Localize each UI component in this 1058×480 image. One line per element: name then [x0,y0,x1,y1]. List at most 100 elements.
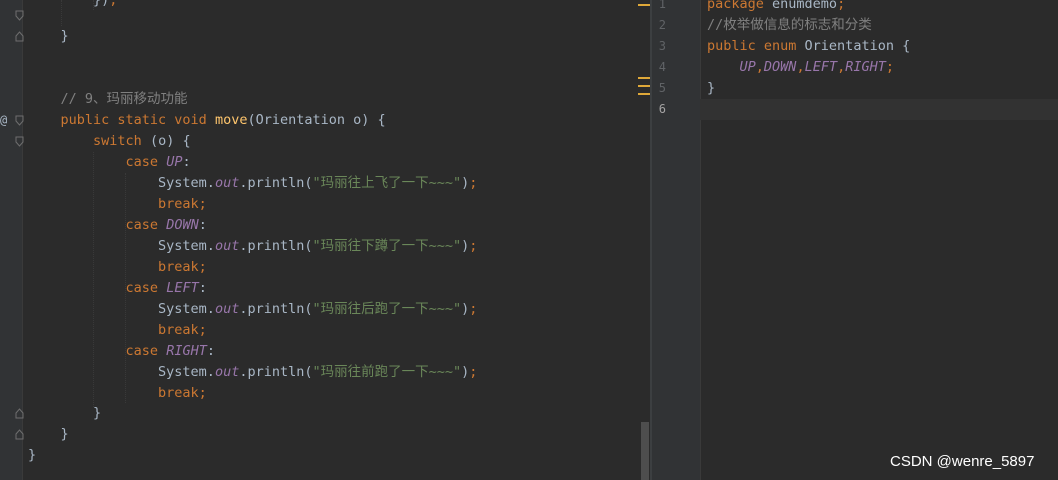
line-number: 2 [658,18,666,32]
code-line[interactable]: System.out.println("玛丽往下蹲了一下~~~"); [28,236,477,257]
ide-root: @ }); } // 9、玛丽移动功能 public static void m… [0,0,1058,480]
code-token: (o) { [141,133,191,149]
code-token: public enum [707,38,805,54]
code-token: out [214,364,240,380]
code-token: ; [469,364,478,380]
code-line[interactable]: System.out.println("玛丽往后跑了一下~~~"); [28,299,477,320]
code-line[interactable]: case UP: [28,152,191,173]
code-line[interactable]: } [28,26,69,47]
code-line[interactable]: switch (o) { [28,131,191,152]
implementation-marker-icon[interactable]: @ [0,113,7,127]
code-line[interactable]: case DOWN: [28,215,207,236]
code-line[interactable]: public enum Orientation { [707,36,910,57]
code-token: ; [469,301,478,317]
code-token: : [182,154,191,170]
code-token: : [206,343,215,359]
code-token: package [707,0,773,12]
code-token: System. [28,301,215,317]
line-number: 4 [658,60,666,74]
error-stripe-mark[interactable] [638,4,650,6]
code-line[interactable]: } [28,445,36,466]
code-line[interactable]: System.out.println("玛丽往前跑了一下~~~"); [28,362,477,383]
code-line[interactable]: System.out.println("玛丽往上飞了一下~~~"); [28,173,477,194]
code-token: ; [109,0,118,8]
error-stripe-mark[interactable] [638,93,650,95]
code-token: .println( [239,364,313,380]
code-token: .println( [239,175,313,191]
line-number: 3 [658,39,666,53]
line-number: 6 [658,102,666,116]
code-token: out [214,238,240,254]
code-line[interactable]: break; [28,257,207,278]
code-token: System. [28,175,215,191]
code-token: out [214,175,240,191]
code-token: } [28,28,69,44]
code-line[interactable]: // 9、玛丽移动功能 [28,89,188,110]
code-token: , [796,59,805,75]
fold-start-icon[interactable] [15,136,24,147]
code-token: //枚举做信息的标志和分类 [707,17,872,33]
code-line[interactable]: } [28,403,101,424]
code-line[interactable]: UP,DOWN,LEFT,RIGHT; [707,57,895,78]
code-token: RIGHT [845,59,886,75]
line-number: 1 [658,0,666,11]
code-token: case [125,154,167,170]
line-number: 5 [658,81,666,95]
code-token: Orientation { [804,38,911,54]
code-token: : [198,280,207,296]
code-token: } [28,426,69,442]
right-editor-pane[interactable]: 1 2 3 4 5 6 package enumdemo; //枚举做信息的标志和分类 pub… [652,0,1058,480]
code-token: } [28,405,102,421]
code-token: : [198,217,207,233]
error-stripe-mark[interactable] [638,85,650,87]
code-line[interactable]: package enumdemo; [707,0,845,15]
code-token: "玛丽往下蹲了一下~~~" [312,238,462,254]
fold-end-icon[interactable] [15,10,24,21]
code-line[interactable]: } [707,78,715,99]
code-token: out [214,301,240,317]
code-line[interactable]: //枚举做信息的标志和分类 [707,15,872,36]
fold-end-icon[interactable] [15,429,24,440]
left-editor-pane[interactable]: @ }); } // 9、玛丽移动功能 public static void m… [0,0,650,480]
fold-start-icon[interactable] [15,115,24,126]
code-token: } [707,80,716,96]
code-token: break; [158,385,207,401]
error-stripe-mark[interactable] [638,77,650,79]
code-token: case [125,217,167,233]
code-line[interactable]: public static void move(Orientation o) { [28,110,386,131]
code-token: case [125,280,167,296]
code-token: System. [28,238,215,254]
code-token: break; [158,259,207,275]
code-token: (Orientation o) { [247,112,386,128]
code-token: UP [739,59,756,75]
code-line[interactable]: break; [28,320,207,341]
code-token: switch [93,133,142,149]
code-line[interactable]: case LEFT: [28,278,207,299]
code-line[interactable]: } [28,424,69,445]
code-line[interactable]: break; [28,194,207,215]
code-token: DOWN [763,59,797,75]
code-token: public static void [60,112,215,128]
code-token: .println( [239,238,313,254]
code-token: break; [158,196,207,212]
code-line[interactable]: break; [28,383,207,404]
fold-end-icon[interactable] [15,408,24,419]
current-line-highlight [700,99,1058,120]
code-token: ; [469,175,478,191]
code-line[interactable]: case RIGHT: [28,341,215,362]
code-token: , [837,59,846,75]
code-line[interactable]: }); [28,0,117,11]
fold-end-icon[interactable] [15,31,24,42]
vertical-scrollbar-thumb[interactable] [641,422,649,480]
code-token: } [28,447,37,463]
code-token: .println( [239,301,313,317]
